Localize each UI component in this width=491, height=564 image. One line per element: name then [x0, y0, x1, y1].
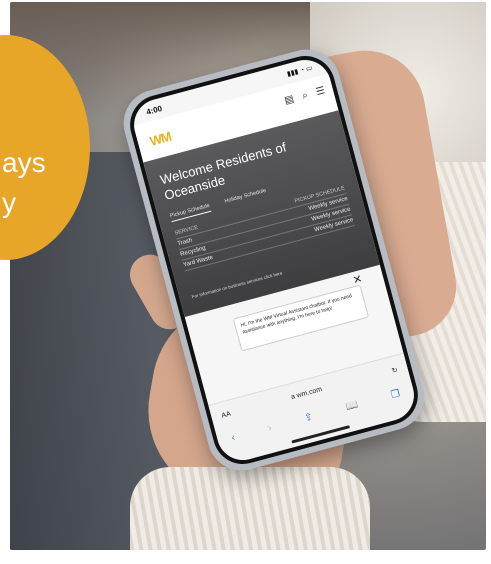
promo-badge-line1: ays	[2, 147, 46, 178]
menu-icon[interactable]: ☰	[315, 85, 327, 98]
back-icon[interactable]: ‹	[230, 432, 236, 443]
search-icon[interactable]: ⌕	[301, 90, 309, 102]
tab-holiday-schedule[interactable]: Holiday Schedule	[224, 188, 267, 205]
sweater-sleeve-left	[130, 467, 370, 550]
home-indicator[interactable]	[291, 425, 351, 444]
status-time: 4:00	[145, 103, 164, 117]
wm-logo-text: WM	[148, 128, 173, 149]
photo-stage: ays y 4:00 ▮▮▮ ◔ ▭ WM ▤ ⌕ ☰ Welcome Resi…	[0, 0, 491, 564]
url-text[interactable]: a wm.com	[290, 386, 323, 401]
wm-logo[interactable]: WM	[148, 129, 172, 149]
header-icons: ▤ ⌕ ☰	[277, 85, 326, 108]
service-cell: Trash	[176, 237, 194, 248]
reload-icon[interactable]: ↻	[391, 366, 398, 375]
share-icon[interactable]: ⇪	[303, 412, 314, 425]
text-size-button[interactable]: AA	[221, 411, 232, 420]
promo-badge-line2: y	[2, 187, 16, 218]
bookmarks-icon[interactable]: 📖	[345, 399, 360, 413]
signal-battery-icon: ▮▮▮ ◔ ▭	[286, 64, 314, 79]
tabs-icon[interactable]: ❐	[390, 388, 402, 401]
cart-icon[interactable]: ▤	[283, 94, 295, 107]
forward-icon[interactable]: ›	[267, 423, 273, 434]
